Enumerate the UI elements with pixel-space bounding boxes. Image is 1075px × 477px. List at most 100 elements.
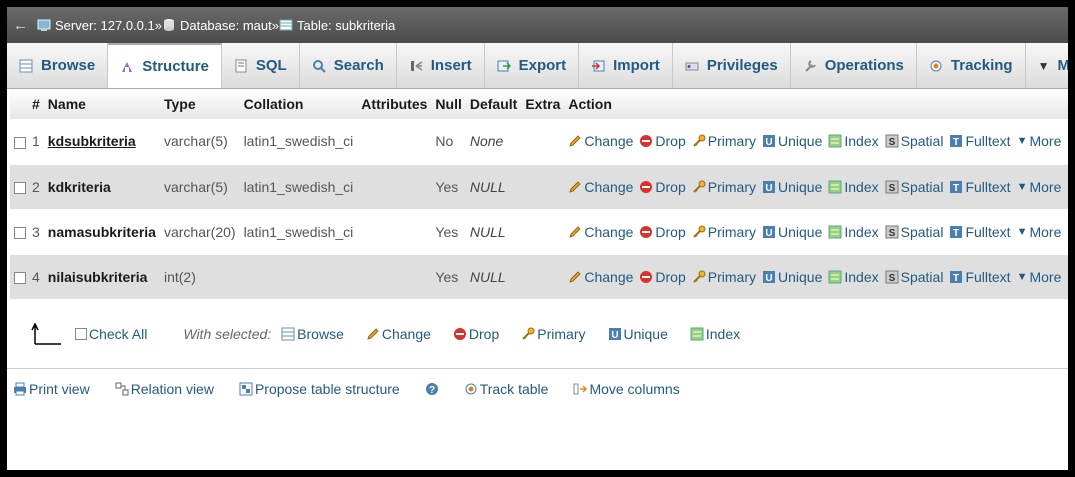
row-primary-label: Primary — [707, 133, 756, 150]
row-spatial-action[interactable]: S Spatial — [885, 179, 943, 195]
row-checkbox[interactable] — [14, 271, 26, 284]
row-unique-action[interactable]: U Unique — [762, 179, 822, 195]
tab-browse[interactable]: Browse — [7, 43, 109, 88]
row-index-action[interactable]: Index — [828, 179, 879, 195]
track-table-link[interactable]: Track table — [464, 381, 548, 397]
row-fulltext-action[interactable]: T Fulltext — [949, 179, 1011, 195]
unique-icon: U — [608, 327, 621, 341]
column-name[interactable]: nilaisubkriteria — [48, 269, 148, 285]
row-checkbox[interactable] — [14, 136, 26, 149]
row-more-action[interactable]: ▼ More — [1017, 224, 1062, 240]
row-index-label: Index — [844, 268, 879, 285]
row-unique-action[interactable]: U Unique — [762, 133, 822, 149]
column-name[interactable]: kdkriteria — [48, 179, 111, 195]
row-more-action[interactable]: ▼ More — [1017, 179, 1062, 195]
row-index-action[interactable]: Index — [828, 133, 879, 149]
relation-view-label: Relation view — [130, 380, 214, 397]
spatial-icon: S — [885, 134, 899, 148]
row-more-action[interactable]: ▼ More — [1017, 269, 1062, 285]
bulk-drop-button[interactable]: Drop — [453, 326, 499, 342]
bulk-change-button[interactable]: Change — [366, 326, 431, 342]
row-fulltext-action[interactable]: T Fulltext — [949, 133, 1011, 149]
row-null: Yes — [431, 164, 466, 210]
tab-search[interactable]: Search — [300, 43, 397, 88]
tab-more[interactable]: ▼ More — [1026, 43, 1068, 88]
print-view-label: Print view — [29, 380, 90, 397]
row-name-cell[interactable]: kdsubkriteria — [43, 119, 160, 165]
col-header-default: Default — [465, 89, 522, 119]
crumb-database[interactable]: Database: maut — [162, 18, 272, 33]
column-name[interactable]: namasubkriteria — [48, 224, 156, 240]
bulk-unique-button[interactable]: U Unique — [608, 326, 668, 342]
check-all-checkbox[interactable] — [75, 327, 87, 340]
row-checkbox[interactable] — [14, 226, 26, 239]
row-index-action[interactable]: Index — [828, 268, 879, 285]
propose-structure-link[interactable]: Propose table structure — [239, 381, 400, 397]
row-primary-action[interactable]: Primary — [692, 179, 756, 195]
row-name-cell[interactable]: namasubkriteria — [43, 209, 160, 255]
index-icon — [828, 270, 842, 283]
row-change-action[interactable]: Change — [568, 224, 633, 240]
tab-insert[interactable]: Insert — [397, 43, 485, 88]
relation-icon — [115, 382, 129, 395]
row-drop-action[interactable]: Drop — [639, 179, 686, 195]
tab-privileges[interactable]: Privileges — [673, 43, 791, 88]
bulk-index-button[interactable]: Index — [690, 326, 740, 342]
row-primary-action[interactable]: Primary — [692, 269, 756, 285]
help-link[interactable]: ? — [425, 382, 439, 396]
row-change-action[interactable]: Change — [568, 133, 633, 149]
triangle-down-icon: ▼ — [1016, 135, 1028, 148]
row-drop-action[interactable]: Drop — [639, 269, 686, 285]
tab-operations[interactable]: Operations — [791, 43, 917, 88]
row-spatial-action[interactable]: S Spatial — [885, 269, 943, 285]
row-more-action[interactable]: ▼ More — [1017, 133, 1062, 149]
relation-view-link[interactable]: Relation view — [115, 381, 214, 397]
crumb-server[interactable]: Server: 127.0.0.1 — [37, 18, 155, 33]
row-default: None — [465, 119, 522, 165]
row-spatial-action[interactable]: S Spatial — [885, 224, 943, 240]
collapse-arrow-icon[interactable]: ← — [13, 17, 29, 34]
row-primary-label: Primary — [707, 223, 756, 240]
tab-sql[interactable]: SQL — [222, 43, 300, 88]
move-columns-link[interactable]: Move columns — [573, 381, 680, 397]
row-primary-action[interactable]: Primary — [692, 224, 756, 240]
row-fulltext-action[interactable]: T Fulltext — [949, 224, 1011, 240]
row-collation: latin1_swedish_ci — [239, 119, 358, 165]
row-spatial-action[interactable]: S Spatial — [885, 133, 943, 149]
column-name[interactable]: kdsubkriteria — [48, 133, 136, 149]
print-view-link[interactable]: Print view — [13, 381, 90, 397]
row-change-action[interactable]: Change — [568, 269, 633, 285]
row-name-cell[interactable]: nilaisubkriteria — [43, 254, 160, 300]
svg-text:U: U — [765, 137, 772, 148]
fulltext-icon: T — [950, 180, 963, 194]
row-drop-action[interactable]: Drop — [639, 224, 686, 240]
tab-structure[interactable]: Structure — [108, 43, 222, 88]
row-num-cell: 3 — [10, 209, 44, 255]
row-num: 4 — [32, 268, 40, 285]
with-selected-label: With selected: — [183, 325, 272, 342]
check-all-control[interactable]: Check All — [75, 326, 147, 342]
bulk-browse-button[interactable]: Browse — [281, 326, 344, 342]
row-extra — [521, 209, 565, 255]
row-checkbox[interactable] — [14, 181, 26, 194]
row-index-action[interactable]: Index — [828, 224, 879, 240]
crumb-table[interactable]: Table: subkriteria — [279, 18, 395, 33]
row-collation — [239, 254, 358, 300]
tab-import[interactable]: Import — [579, 43, 673, 88]
fulltext-icon: T — [950, 225, 963, 239]
row-drop-action[interactable]: Drop — [639, 133, 686, 149]
row-change-label: Change — [584, 223, 634, 240]
row-num-cell: 2 — [10, 164, 44, 210]
tab-tracking[interactable]: Tracking — [917, 43, 1026, 88]
tab-export[interactable]: Export — [485, 43, 580, 88]
row-unique-action[interactable]: U Unique — [762, 224, 822, 240]
row-primary-action[interactable]: Primary — [692, 133, 756, 149]
row-name-cell[interactable]: kdkriteria — [43, 164, 160, 210]
with-selected-bar: Check All With selected: Browse Change D… — [7, 300, 1068, 368]
row-attributes — [357, 254, 432, 300]
row-change-action[interactable]: Change — [568, 179, 633, 195]
bulk-primary-button[interactable]: Primary — [521, 326, 586, 342]
tab-search-label: Search — [333, 57, 384, 74]
row-fulltext-action[interactable]: T Fulltext — [949, 269, 1011, 285]
row-unique-action[interactable]: U Unique — [762, 269, 822, 285]
